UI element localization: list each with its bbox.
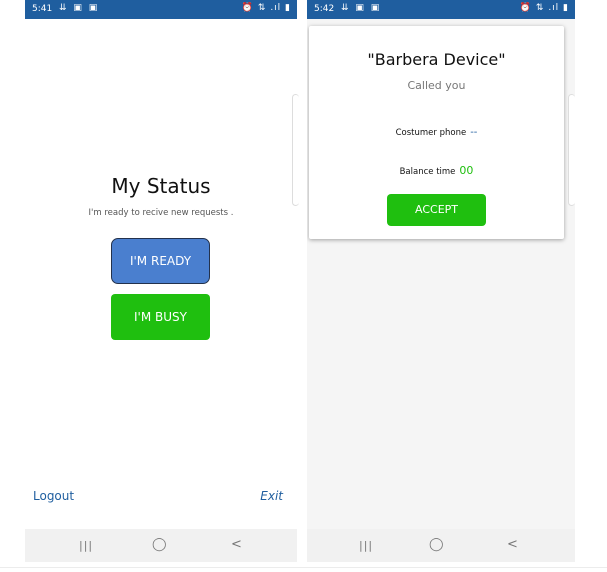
notification-icons: ⇊ ▣ ▣ <box>341 3 382 13</box>
accept-button[interactable]: ACCEPT <box>387 194 486 226</box>
bottom-divider <box>0 567 607 568</box>
balance-time-value: 00 <box>459 164 474 177</box>
busy-button[interactable]: I'M BUSY <box>111 294 210 340</box>
clock: 5:42 <box>314 4 335 14</box>
balance-time-row: Balance time 00 <box>309 164 564 177</box>
background-card-edge <box>292 94 299 206</box>
system-nav-bar: ||| ◯ < <box>307 529 575 562</box>
customer-phone-label: Costumer phone <box>395 128 467 138</box>
back-icon[interactable]: < <box>507 537 518 552</box>
home-icon[interactable]: ◯ <box>429 537 444 552</box>
system-nav-bar: ||| ◯ < <box>25 529 297 562</box>
notification-icons: ⇊ ▣ ▣ <box>59 3 100 13</box>
customer-phone-row: Costumer phone -- <box>309 127 564 138</box>
caller-name: "Barbera Device" <box>367 50 506 69</box>
balance-time-label: Balance time <box>399 167 456 177</box>
recent-apps-icon[interactable]: ||| <box>359 539 373 552</box>
clock: 5:41 <box>32 4 53 14</box>
exit-link[interactable]: Exit <box>260 489 283 503</box>
incoming-call-dialog: "Barbera Device" Called you Costumer pho… <box>309 26 564 239</box>
background-card-edge <box>568 94 575 206</box>
home-icon[interactable]: ◯ <box>152 537 167 552</box>
call-status: Called you <box>407 79 466 92</box>
page-subtitle: I'm ready to recive new requests . <box>88 208 234 218</box>
back-icon[interactable]: < <box>231 537 242 552</box>
logout-link[interactable]: Logout <box>33 489 74 503</box>
system-status-icons: ⏰ ⇅ .ıl ▮ <box>241 3 291 13</box>
phone-screen-call: 5:42 ⇊ ▣ ▣ ⏰ ⇅ .ıl ▮ "Barbera Device" Ca… <box>307 0 575 562</box>
system-status-icons: ⏰ ⇅ .ıl ▮ <box>519 3 569 13</box>
status-bar: 5:42 ⇊ ▣ ▣ ⏰ ⇅ .ıl ▮ <box>307 0 575 19</box>
recent-apps-icon[interactable]: ||| <box>79 539 93 552</box>
status-bar: 5:41 ⇊ ▣ ▣ ⏰ ⇅ .ıl ▮ <box>25 0 297 19</box>
customer-phone-value: -- <box>470 127 478 138</box>
ready-button[interactable]: I'M READY <box>111 238 210 284</box>
phone-screen-status: 5:41 ⇊ ▣ ▣ ⏰ ⇅ .ıl ▮ My Status I'm ready… <box>25 0 297 562</box>
page-title: My Status <box>111 174 211 198</box>
